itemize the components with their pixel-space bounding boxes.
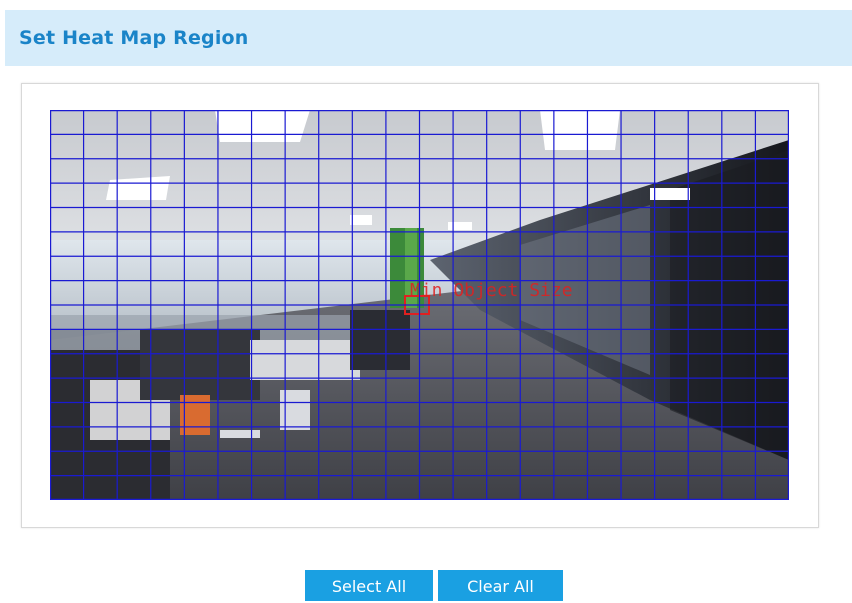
section-header: Set Heat Map Region: [5, 10, 852, 66]
min-object-label: Min Object Size: [410, 280, 573, 301]
camera-view[interactable]: Min Object Size: [50, 110, 789, 500]
clear-all-button[interactable]: Clear All: [438, 570, 563, 601]
select-all-button[interactable]: Select All: [305, 570, 433, 601]
camera-scene: Min Object Size: [50, 110, 789, 500]
section-title: Set Heat Map Region: [19, 27, 249, 49]
